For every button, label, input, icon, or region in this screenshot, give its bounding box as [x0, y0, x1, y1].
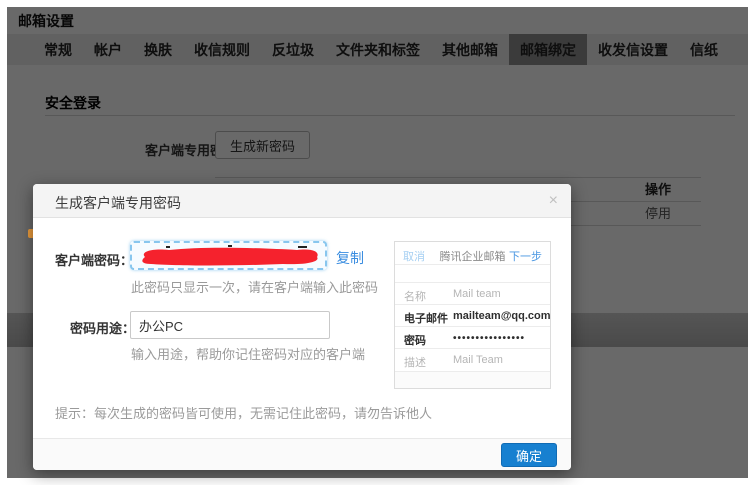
preview-row-description: 描述 Mail Team [395, 348, 550, 370]
preview-description-value: Mail Team [453, 354, 503, 366]
preview-next-label: 下一步 [509, 248, 542, 264]
close-icon[interactable]: × [549, 191, 558, 211]
password-char-speck [298, 246, 307, 248]
client-setup-preview: 取消 腾讯企业邮箱 下一步 名称 Mail team 电子邮件 mailteam… [394, 241, 551, 389]
preview-email-label: 电子邮件 [404, 310, 448, 326]
preview-row-email: 电子邮件 mailteam@qq.com [395, 304, 550, 326]
dialog-footer: 确定 [33, 438, 571, 470]
preview-navbar: 取消 腾讯企业邮箱 下一步 [395, 242, 550, 265]
confirm-button[interactable]: 确定 [501, 443, 557, 467]
preview-email-value: mailteam@qq.com [453, 310, 551, 322]
preview-password-label: 密码 [404, 332, 426, 348]
dialog-tip: 提示：每次生成的密码皆可使用，无需记住此密码，请勿告诉他人 [55, 403, 432, 422]
preview-footer-strip [395, 371, 550, 388]
password-char-speck [228, 245, 232, 247]
password-char-speck [166, 246, 170, 248]
purpose-input[interactable] [130, 311, 330, 339]
dialog-title: 生成客户端专用密码 [55, 193, 181, 213]
purpose-label: 密码用途： [70, 318, 135, 337]
preview-row-name: 名称 Mail team [395, 282, 550, 304]
preview-description-label: 描述 [404, 354, 426, 370]
generate-password-dialog: 生成客户端专用密码 × 客户端密码： 复制 此密码只显示一次，请在客户端输入此密… [33, 184, 571, 470]
password-redaction-scribble [135, 245, 322, 267]
password-shown-once-note: 此密码只显示一次，请在客户端输入此密码 [131, 277, 378, 296]
dialog-header: 生成客户端专用密码 × [33, 184, 571, 218]
client-password-value-box [130, 241, 327, 270]
client-password-label: 客户端密码： [55, 250, 133, 269]
preview-name-label: 名称 [404, 288, 426, 304]
copy-password-link[interactable]: 复制 [336, 248, 364, 268]
preview-row-password: 密码 •••••••••••••••• [395, 326, 550, 348]
preview-password-value: •••••••••••••••• [453, 333, 525, 344]
purpose-help-note: 输入用途，帮助你记住密码对应的客户端 [131, 344, 365, 363]
preview-name-value: Mail team [453, 288, 501, 300]
